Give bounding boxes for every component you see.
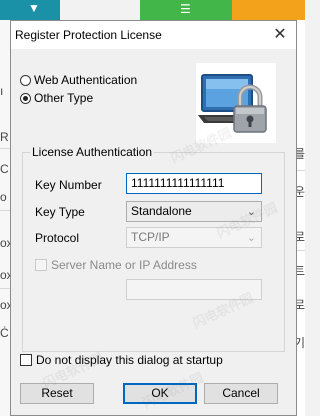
radio-label: Other Type <box>34 91 94 105</box>
bg-divider <box>0 148 10 149</box>
server-name-label: Server Name or IP Address <box>51 258 197 272</box>
startup-checkbox-box[interactable] <box>20 354 32 366</box>
chevron-down-icon: ⌄ <box>246 232 256 244</box>
bg-left-edge <box>0 20 10 416</box>
bg-right-edge <box>297 20 305 416</box>
reset-button[interactable]: Reset <box>20 383 94 404</box>
protocol-select[interactable]: TCP/IP ⌄ <box>126 227 262 248</box>
bg-tile-green: ☰ <box>140 0 232 20</box>
bg-tile-glyph-icon: ▼ <box>28 1 40 15</box>
bg-divider <box>0 288 10 289</box>
bg-left-fragment: Ċ <box>0 326 9 340</box>
bg-tile-list-icon: ☰ <box>180 2 191 16</box>
key-number-label: Key Number <box>35 178 102 192</box>
startup-checkbox[interactable]: Do not display this dialog at startup <box>20 353 223 367</box>
radio-label: Web Authentication <box>34 73 138 87</box>
cancel-button[interactable]: Cancel <box>204 383 278 404</box>
chevron-down-icon: ⌄ <box>246 206 256 218</box>
bg-left-fragment: R <box>0 130 9 144</box>
server-address-input[interactable] <box>126 279 262 300</box>
key-type-select[interactable]: Standalone ⌄ <box>126 201 262 222</box>
startup-checkbox-label: Do not display this dialog at startup <box>36 353 223 367</box>
dialog-title: Register Protection License <box>15 28 162 42</box>
bg-tile-orange <box>232 0 305 20</box>
key-type-value: Standalone <box>131 204 192 218</box>
bg-divider <box>297 170 305 171</box>
dialog-titlebar[interactable]: Register Protection License ✕ <box>11 21 296 49</box>
radio-other-type[interactable]: Other Type <box>20 91 93 105</box>
group-title: License Authentication <box>30 145 155 159</box>
server-name-option[interactable]: Server Name or IP Address <box>35 258 197 272</box>
server-name-checkbox-box[interactable] <box>35 259 47 271</box>
ok-button[interactable]: OK <box>123 383 197 404</box>
radio-indicator[interactable] <box>20 92 31 104</box>
bg-tile-plain <box>60 0 140 20</box>
bg-left-fragment: C <box>0 162 9 176</box>
bg-tile-teal: ▼ <box>0 0 60 20</box>
close-icon[interactable]: ✕ <box>270 25 290 45</box>
bg-divider <box>297 250 305 251</box>
radio-web-authentication[interactable]: Web Authentication <box>20 73 137 87</box>
bg-left-fragment: o <box>0 190 7 204</box>
key-type-label: Key Type <box>35 205 85 219</box>
protocol-label: Protocol <box>35 231 80 245</box>
register-license-dialog: Register Protection License ✕ Web Authen… <box>10 20 297 416</box>
protocol-value: TCP/IP <box>131 230 170 244</box>
bg-left-fragment: ı <box>0 84 4 98</box>
key-number-input[interactable]: 1111111111111111 <box>126 173 262 194</box>
laptop-padlock-icon <box>196 63 276 143</box>
bg-divider <box>0 210 10 211</box>
radio-indicator[interactable] <box>20 74 31 86</box>
